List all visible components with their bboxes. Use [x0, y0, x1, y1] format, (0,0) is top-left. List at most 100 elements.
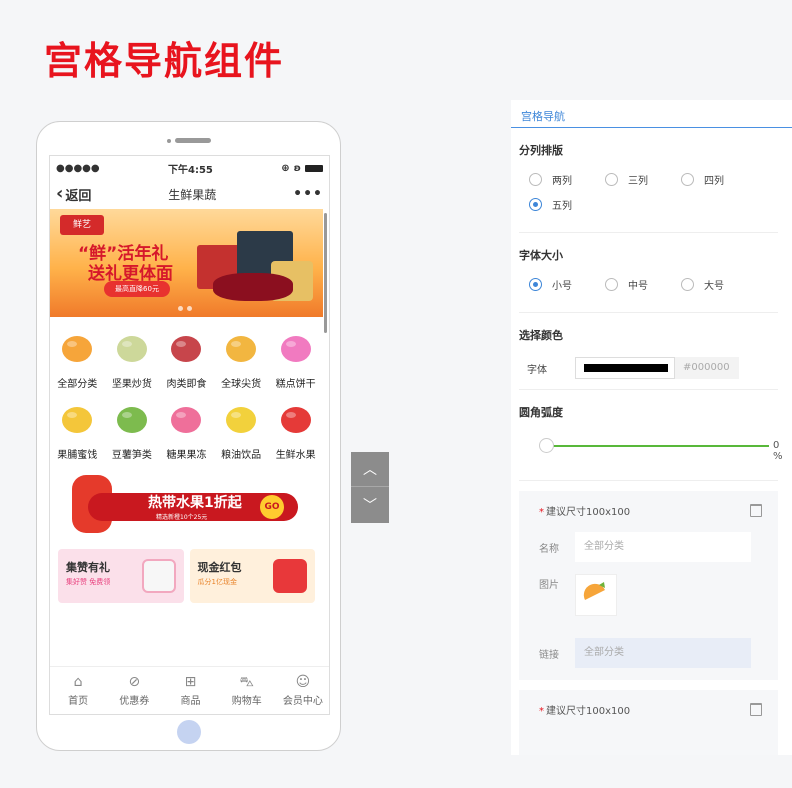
size-hint: 建议尺寸100x100 [546, 706, 631, 717]
carousel-dot[interactable] [187, 306, 192, 311]
back-button[interactable]: ‹ 返回 [56, 185, 91, 204]
member-icon: ☺ [295, 674, 311, 690]
item-header: * 建议尺寸100x100 [539, 702, 768, 717]
color-hex-input[interactable]: #000000 [675, 357, 739, 379]
section-title: 选择颜色 [519, 329, 563, 342]
tab-item[interactable]: ⊞ 商品 [162, 667, 218, 714]
radio-option[interactable]: 两列 [529, 172, 605, 187]
rice-cooker-image [141, 559, 176, 593]
font-radio-group: 小号 中号 大号 [519, 277, 778, 302]
panel-tab: 宫格导航 [511, 100, 792, 128]
carousel-dots [178, 306, 192, 311]
grid-item-label: 坚果炒货 [111, 379, 152, 390]
phone-preview: ●●●●● 下午4:55 ⊕ ʚ ‹ 返回 生鲜果蔬 ••• 鲜艺 “鲜”活年礼… [36, 121, 341, 751]
status-bar: ●●●●● 下午4:55 ⊕ ʚ [50, 156, 329, 180]
grid-item[interactable]: 粮油饮品 [214, 398, 269, 461]
banner[interactable]: 鲜艺 “鲜”活年礼 送礼更体面 最高直降60元 [50, 209, 323, 317]
size-hint: 建议尺寸100x100 [546, 507, 631, 518]
tab-label: 购物车 [231, 696, 262, 707]
section-title: 圆角弧度 [519, 406, 563, 419]
radio-option[interactable]: 中号 [605, 277, 681, 292]
carousel-dot[interactable] [178, 306, 183, 311]
promo-go-button[interactable]: GO [260, 495, 284, 519]
tab-bar: ⌂ 首页 ⊘ 优惠券 ⊞ 商品 ⛍ 购物车 ☺ 会员中心 [50, 666, 329, 714]
move-down-button[interactable]: ﹀ [351, 487, 389, 522]
page-content: 鲜艺 “鲜”活年礼 送礼更体面 最高直降60元 全部分类 坚果炒货 肉类即食 全球尖货… [50, 209, 323, 665]
layout-radio-group: 两列 三列 四列五列 [519, 172, 778, 222]
radio-button[interactable] [681, 173, 694, 186]
radio-label: 小号 [552, 281, 572, 292]
cherries-bowl [213, 273, 293, 301]
radio-option[interactable]: 三列 [605, 172, 681, 187]
tab-item[interactable]: ☺ 会员中心 [275, 667, 329, 714]
grid-nav: 全部分类 坚果炒货 肉类即食 全球尖货 糕点饼干果脯蜜饯 豆薯笋类 糖果果冻 粮油饮品 生鲜水果 [50, 317, 323, 461]
image-upload[interactable] [575, 574, 617, 616]
promo-banner[interactable]: 热带水果1折起 精选新橙10个25元 GO [58, 469, 315, 541]
section-title: 分列排版 [519, 144, 563, 157]
chevron-up-icon: ︿ [363, 462, 377, 478]
nav-bar: ‹ 返回 生鲜果蔬 ••• [50, 180, 329, 208]
peas-icon [112, 398, 152, 438]
camera-dot [167, 139, 171, 143]
home-button[interactable] [177, 720, 201, 744]
tab-item[interactable]: ⊘ 优惠券 [106, 667, 162, 714]
grid-item[interactable]: 全球尖货 [214, 327, 269, 390]
grid-item-label: 糖果果冻 [166, 450, 207, 461]
color-row: 字体 #000000 [519, 357, 778, 379]
tab-grid-nav[interactable]: 宫格导航 [521, 110, 565, 123]
signal-indicator: ●●●●● [56, 162, 100, 174]
slider-track[interactable] [543, 445, 769, 447]
grid-item[interactable]: 生鲜水果 [268, 398, 323, 461]
move-up-button[interactable]: ︿ [351, 452, 389, 487]
layout-section: 分列排版 两列 三列 四列五列 [519, 128, 778, 233]
field-label: 图片 [539, 580, 559, 591]
pistachio-icon [112, 327, 152, 367]
grid-item[interactable]: 肉类即食 [159, 327, 214, 390]
chevron-down-icon: ﹀ [363, 497, 377, 514]
grid-item[interactable]: 坚果炒货 [105, 327, 160, 390]
radio-button[interactable] [529, 198, 542, 211]
tab-item[interactable]: ⌂ 首页 [50, 667, 106, 714]
color-label: 字体 [527, 364, 547, 376]
home-icon: ⌂ [73, 674, 83, 690]
radio-button[interactable] [529, 173, 542, 186]
trash-icon[interactable] [750, 703, 762, 716]
battery-icon [304, 164, 323, 172]
radio-button[interactable] [529, 278, 542, 291]
section-title: 字体大小 [519, 249, 563, 262]
grid-item[interactable]: 豆薯笋类 [105, 398, 160, 461]
grid-item[interactable]: 糖果果冻 [159, 398, 214, 461]
card-likes-gift[interactable]: 集赞有礼 集好赞 免费领 [58, 549, 184, 603]
image-field-row: 图片 [539, 574, 768, 616]
radio-option[interactable]: 四列 [681, 172, 757, 187]
grid-item[interactable]: 糕点饼干 [268, 327, 323, 390]
move-arrows: ︿ ﹀ [351, 452, 389, 523]
radio-button[interactable] [605, 173, 618, 186]
trash-icon[interactable] [750, 504, 762, 517]
grid-item-label: 生鲜水果 [275, 450, 316, 461]
radio-label: 五列 [552, 201, 572, 212]
grid-item[interactable]: 果脯蜜饯 [50, 398, 105, 461]
tab-label: 首页 [68, 696, 89, 707]
card-cash-redpacket[interactable]: 现金红包 瓜分1亿现金 [189, 549, 315, 603]
settings-panel: 宫格导航 分列排版 两列 三列 四列五列 字体大小 小号 中号 大号 选择颜色 字体 #… [511, 100, 792, 755]
name-input[interactable]: 全部分类 [575, 532, 751, 562]
color-section: 选择颜色 字体 #000000 [519, 313, 778, 390]
bluetooth-icon: ʚ [293, 162, 301, 174]
link-input[interactable]: 全部分类 [575, 638, 751, 668]
radio-button[interactable] [681, 278, 694, 291]
coupon-icon: ⊘ [128, 674, 141, 690]
grid-item-label: 豆薯笋类 [111, 450, 152, 461]
radio-option[interactable]: 五列 [529, 197, 605, 212]
scrollbar[interactable] [324, 213, 327, 333]
grid-item[interactable]: 全部分类 [50, 327, 105, 390]
slider-handle[interactable] [539, 438, 554, 453]
color-picker[interactable] [575, 357, 675, 379]
tab-item[interactable]: ⛍ 购物车 [219, 667, 275, 714]
radio-button[interactable] [605, 278, 618, 291]
more-button[interactable]: ••• [293, 186, 323, 202]
name-field-row: 名称 全部分类 [539, 532, 768, 562]
promo-cards: 集赞有礼 集好赞 免费领 现金红包 瓜分1亿现金 [58, 549, 315, 603]
radio-option[interactable]: 大号 [681, 277, 757, 292]
radio-option[interactable]: 小号 [529, 277, 605, 292]
